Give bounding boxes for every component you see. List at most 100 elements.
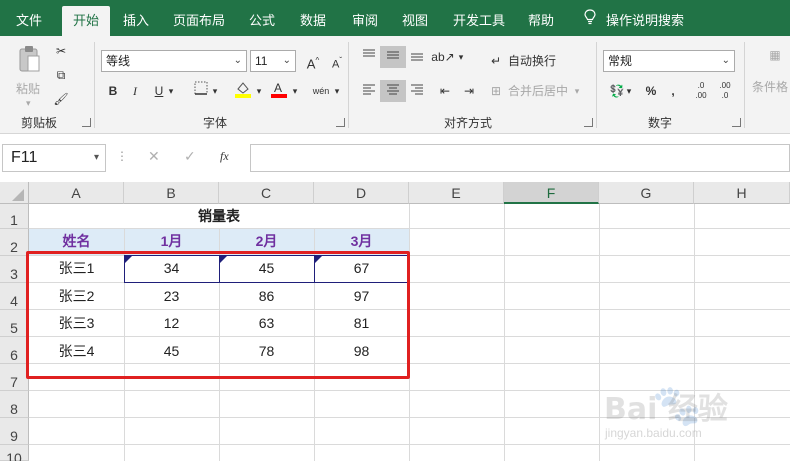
decrease-font-icon[interactable]: Aˇ <box>324 50 350 72</box>
tab-insert[interactable]: 插入 <box>116 6 156 36</box>
tab-data[interactable]: 数据 <box>292 6 334 36</box>
lightbulb-icon <box>580 6 600 36</box>
align-bottom-icon[interactable] <box>404 46 430 68</box>
gridline <box>29 444 790 445</box>
font-launcher-icon[interactable] <box>336 118 345 127</box>
chevron-down-icon[interactable]: ▾ <box>622 80 636 102</box>
tab-home[interactable]: 开始 <box>62 6 110 36</box>
chevron-down-icon[interactable]: ▾ <box>208 80 222 102</box>
tab-formulas[interactable]: 公式 <box>240 6 284 36</box>
row-header-6[interactable]: 6 <box>0 337 29 364</box>
tab-review[interactable]: 审阅 <box>344 6 386 36</box>
column-header-g[interactable]: G <box>599 182 694 204</box>
tab-page-layout[interactable]: 页面布局 <box>168 6 230 36</box>
merge-center-button[interactable]: 合并后居中 <box>508 80 568 102</box>
chevron-down-icon[interactable]: ▾ <box>288 80 302 102</box>
column-header-c[interactable]: C <box>219 182 314 204</box>
align-center-icon[interactable] <box>380 80 406 102</box>
increase-font-icon[interactable]: A^ <box>300 50 326 72</box>
align-top-icon[interactable] <box>356 46 382 68</box>
group-separator <box>744 42 745 128</box>
font-name-value: 等线 <box>106 54 131 68</box>
decrease-decimal-icon[interactable]: .00.0 <box>712 80 738 102</box>
format-painter-icon[interactable]: 🖌 <box>48 88 74 110</box>
chevron-down-icon: ⌄ <box>282 55 291 66</box>
align-right-icon[interactable] <box>404 80 430 102</box>
align-middle-icon[interactable] <box>380 46 406 68</box>
chevron-down-icon[interactable]: ▾ <box>164 80 178 102</box>
chevron-down-icon[interactable]: ▾ <box>330 80 344 102</box>
tell-me-search[interactable]: 操作说明搜索 <box>580 6 684 36</box>
align-left-icon[interactable] <box>356 80 382 102</box>
paste-chevron-down-icon[interactable]: ▾ <box>26 92 31 114</box>
clipboard-launcher-icon[interactable] <box>82 118 91 127</box>
cut-icon[interactable]: ✂ <box>48 40 74 62</box>
cancel-icon[interactable]: ✕ <box>148 148 160 165</box>
wrap-text-icon[interactable]: ↵ <box>486 50 506 72</box>
row-header-2[interactable]: 2 <box>0 229 29 256</box>
formula-input[interactable] <box>250 144 790 172</box>
decrease-indent-icon[interactable]: ⇤ <box>432 80 458 102</box>
wrap-text-button[interactable]: 自动换行 <box>508 50 556 72</box>
copy-icon[interactable]: ⧉ <box>48 64 74 86</box>
formula-buttons: ⋮ ✕ ✓ fx <box>112 144 250 172</box>
row-header-3[interactable]: 3 <box>0 256 29 283</box>
comma-style-icon[interactable]: , <box>660 80 686 102</box>
svg-text:A: A <box>274 81 282 95</box>
ribbon-home: 粘贴 ▾ ✂ ⧉ 🖌 剪贴板 等线 ⌄ 11 ⌄ A^ Aˇ B I U ▾ ▾ ▾… <box>0 36 790 134</box>
row-header-9[interactable]: 9 <box>0 418 29 445</box>
conditional-formatting-icon[interactable]: ▦ <box>760 44 790 70</box>
name-box-value: F11 <box>11 149 38 166</box>
font-size-dropdown[interactable]: 11 ⌄ <box>250 50 296 72</box>
column-header-h[interactable]: H <box>694 182 790 204</box>
chevron-down-icon: ⌄ <box>233 55 242 66</box>
clipboard-group-label: 剪贴板 <box>20 116 57 130</box>
number-launcher-icon[interactable] <box>732 118 741 127</box>
increase-decimal-icon[interactable]: .0.00 <box>688 80 714 102</box>
gridline <box>599 204 600 461</box>
chevron-down-icon: ▾ <box>93 152 99 163</box>
chevron-down-icon[interactable]: ▾ <box>252 80 266 102</box>
alignment-group-label: 对齐方式 <box>443 116 492 130</box>
number-format-dropdown[interactable]: 常规 ⌄ <box>603 50 735 72</box>
chevron-down-icon: ⌄ <box>721 55 730 66</box>
tell-me-label: 操作说明搜索 <box>606 13 685 28</box>
chevron-down-icon[interactable]: ▾ <box>570 80 584 102</box>
merge-center-icon[interactable]: ⊞ <box>486 80 506 102</box>
paste-icon[interactable] <box>14 44 44 78</box>
tab-help[interactable]: 帮助 <box>520 6 562 36</box>
italic-icon[interactable]: I <box>122 80 148 102</box>
tab-file[interactable]: 文件 <box>8 6 50 36</box>
sheet-title-cell[interactable]: 销量表 <box>29 204 409 228</box>
alignment-launcher-icon[interactable] <box>584 118 593 127</box>
watermark-logo: Bai 经验 <box>604 392 728 427</box>
insert-function-icon[interactable]: fx <box>220 149 229 164</box>
increase-indent-icon[interactable]: ⇥ <box>456 80 482 102</box>
watermark-url: jingyan.baidu.com <box>605 426 702 440</box>
row-header-1[interactable]: 1 <box>0 204 29 229</box>
column-header-e[interactable]: E <box>409 182 504 204</box>
select-all-triangle-icon <box>12 189 24 201</box>
font-group-label: 字体 <box>202 116 227 130</box>
font-size-value: 11 <box>255 54 268 68</box>
gridline <box>504 204 505 461</box>
column-header-f[interactable]: F <box>504 182 599 204</box>
row-header-5[interactable]: 5 <box>0 310 29 337</box>
font-name-dropdown[interactable]: 等线 ⌄ <box>101 50 247 72</box>
tab-view[interactable]: 视图 <box>394 6 436 36</box>
column-header-a[interactable]: A <box>29 182 124 204</box>
tab-developer[interactable]: 开发工具 <box>448 6 510 36</box>
row-header-10[interactable]: 10 <box>0 445 29 461</box>
chevron-down-icon[interactable]: ▾ <box>454 46 468 68</box>
orientation-icon[interactable]: ab↗ <box>430 46 456 68</box>
more-options-icon: ⋮ <box>116 149 128 163</box>
row-header-4[interactable]: 4 <box>0 283 29 310</box>
row-header-7[interactable]: 7 <box>0 364 29 391</box>
column-header-d[interactable]: D <box>314 182 409 204</box>
column-header-b[interactable]: B <box>124 182 219 204</box>
name-box[interactable]: F11 ▾ <box>2 144 106 172</box>
enter-check-icon[interactable]: ✓ <box>184 148 196 165</box>
row-header-8[interactable]: 8 <box>0 391 29 418</box>
conditional-formatting-label[interactable]: 条件格 <box>752 76 788 98</box>
ribbon-tab-bar: 文件 开始 插入 页面布局 公式 数据 审阅 视图 开发工具 帮助 操作说明搜索 <box>0 0 790 36</box>
